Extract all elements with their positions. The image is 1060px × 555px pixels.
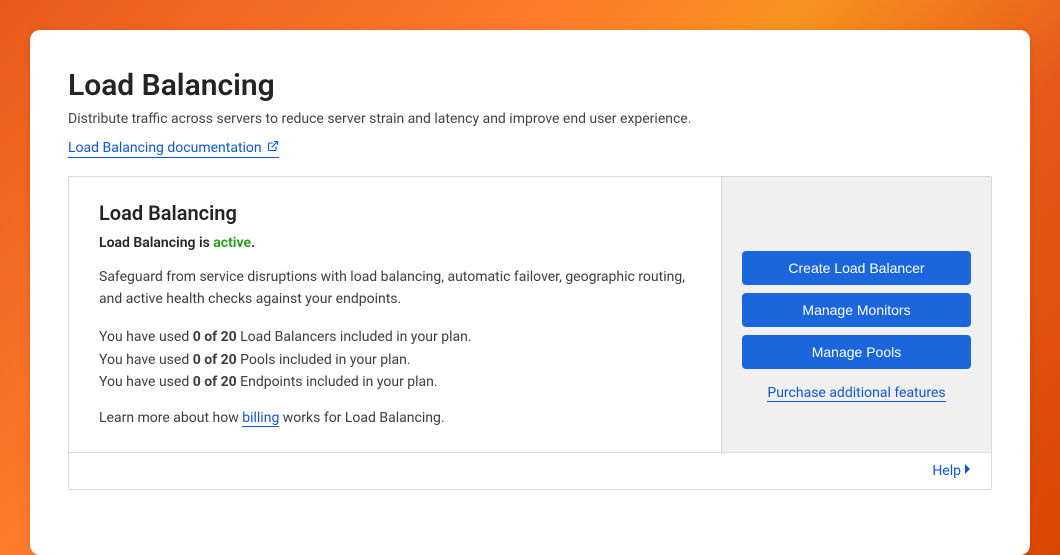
usage-pools-count: 0 of 20 <box>193 352 237 368</box>
usage-block: You have used 0 of 20 Load Balancers inc… <box>99 326 691 393</box>
panel-body: Load Balancing Load Balancing is active.… <box>69 177 991 452</box>
panel-title: Load Balancing <box>99 201 691 225</box>
usage-lb-count: 0 of 20 <box>193 329 237 345</box>
external-link-icon <box>267 140 279 156</box>
purchase-features-link[interactable]: Purchase additional features <box>767 385 945 402</box>
page-title: Load Balancing <box>68 68 992 103</box>
panel-right: Create Load Balancer Manage Monitors Man… <box>721 177 991 452</box>
status-suffix: . <box>251 235 255 251</box>
usage-endpoints-count: 0 of 20 <box>193 374 237 390</box>
panel-left: Load Balancing Load Balancing is active.… <box>69 177 721 452</box>
status-value: active <box>213 235 251 251</box>
usage-pools: You have used 0 of 20 Pools included in … <box>99 349 691 371</box>
doc-link-row: Load Balancing documentation <box>68 137 992 158</box>
documentation-link-label: Load Balancing documentation <box>68 140 262 156</box>
panel-description: Safeguard from service disruptions with … <box>99 267 691 310</box>
chevron-right-icon <box>963 463 973 479</box>
usage-endpoints: You have used 0 of 20 Endpoints included… <box>99 371 691 393</box>
billing-link[interactable]: billing <box>242 410 279 427</box>
manage-pools-button[interactable]: Manage Pools <box>742 335 971 369</box>
help-link[interactable]: Help <box>932 463 973 479</box>
page-subtitle: Distribute traffic across servers to red… <box>68 111 992 127</box>
status-line: Load Balancing is active. <box>99 235 691 251</box>
billing-line: Learn more about how billing works for L… <box>99 410 691 426</box>
usage-load-balancers: You have used 0 of 20 Load Balancers inc… <box>99 326 691 348</box>
create-load-balancer-button[interactable]: Create Load Balancer <box>742 251 971 285</box>
manage-monitors-button[interactable]: Manage Monitors <box>742 293 971 327</box>
panel-footer: Help <box>69 452 991 489</box>
help-label: Help <box>932 463 961 479</box>
status-prefix: Load Balancing is <box>99 235 213 251</box>
documentation-link[interactable]: Load Balancing documentation <box>68 140 279 158</box>
main-card: Load Balancing Distribute traffic across… <box>30 30 1030 555</box>
status-panel: Load Balancing Load Balancing is active.… <box>68 176 992 490</box>
